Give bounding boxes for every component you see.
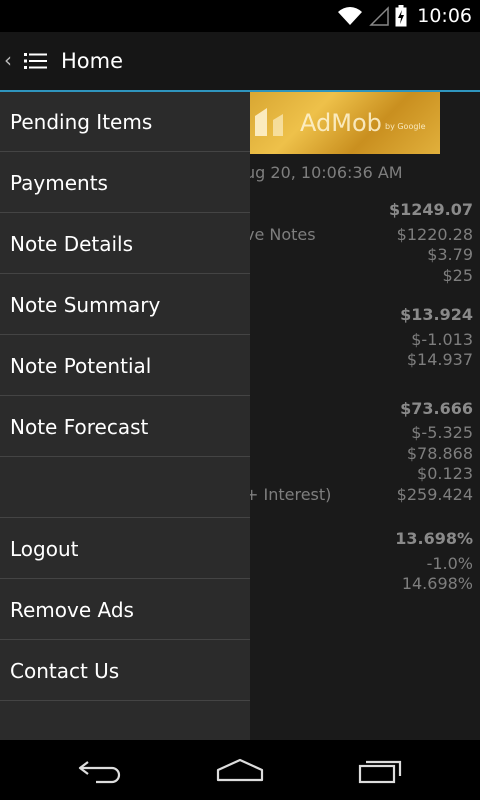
ad-sub-text: by Google	[385, 122, 426, 131]
system-nav-bar	[0, 740, 480, 800]
drawer-item-contact-us[interactable]: Contact Us	[0, 641, 250, 701]
row-value: $3.79	[427, 245, 473, 264]
status-icons: 10:06	[337, 0, 472, 32]
value-section-2: $13.924	[400, 305, 473, 324]
ad-brand-text: AdMob	[300, 109, 382, 137]
row-value: $259.424	[396, 485, 473, 504]
battery-icon	[395, 5, 407, 27]
menu-icon[interactable]	[24, 52, 48, 70]
row-value: $78.868	[406, 444, 473, 463]
drawer-item-payments[interactable]: Payments	[0, 153, 250, 213]
row-label: + Interest)	[245, 485, 332, 504]
row-value: $25	[442, 266, 473, 285]
row-label: ve Notes	[245, 225, 316, 244]
drawer-item-note-details[interactable]: Note Details	[0, 214, 250, 274]
drawer-item-spacer	[0, 458, 250, 518]
status-bar: 10:06	[0, 0, 480, 32]
row-value: $0.123	[417, 464, 473, 483]
value-total: $1249.07	[388, 200, 473, 219]
home-icon[interactable]	[216, 756, 264, 784]
drawer-item-pending-items[interactable]: Pending Items	[0, 92, 250, 152]
navigation-drawer: Pending Items Payments Note Details Note…	[0, 92, 250, 740]
drawer-item-note-potential[interactable]: Note Potential	[0, 336, 250, 396]
drawer-item-remove-ads[interactable]: Remove Ads	[0, 580, 250, 640]
drawer-item-logout[interactable]: Logout	[0, 519, 250, 579]
chevron-left-icon[interactable]: ‹	[4, 50, 12, 70]
wifi-icon	[338, 7, 363, 25]
row-value: $14.937	[406, 350, 473, 369]
drawer-item-note-summary[interactable]: Note Summary	[0, 275, 250, 335]
value-section-4: 13.698%	[395, 529, 473, 548]
row-value: -1.0%	[426, 554, 473, 573]
action-bar: ‹ Home	[0, 32, 480, 92]
row-value: $1220.28	[396, 225, 473, 244]
drawer-item-note-forecast[interactable]: Note Forecast	[0, 397, 250, 457]
page-title[interactable]: Home	[61, 46, 123, 76]
row-value: $-1.013	[411, 330, 473, 349]
row-value: $-5.325	[411, 423, 473, 442]
clock: 10:06	[417, 5, 472, 27]
ad-banner[interactable]: AdMob by Google	[245, 92, 440, 154]
back-icon[interactable]	[78, 756, 122, 784]
value-section-3: $73.666	[400, 399, 473, 418]
recent-apps-icon[interactable]	[358, 756, 404, 784]
admob-logo-icon	[255, 108, 283, 136]
timestamp: ug 20, 10:06:36 AM	[245, 163, 403, 182]
row-value: 14.698%	[401, 574, 473, 593]
cell-signal-icon	[369, 6, 389, 26]
